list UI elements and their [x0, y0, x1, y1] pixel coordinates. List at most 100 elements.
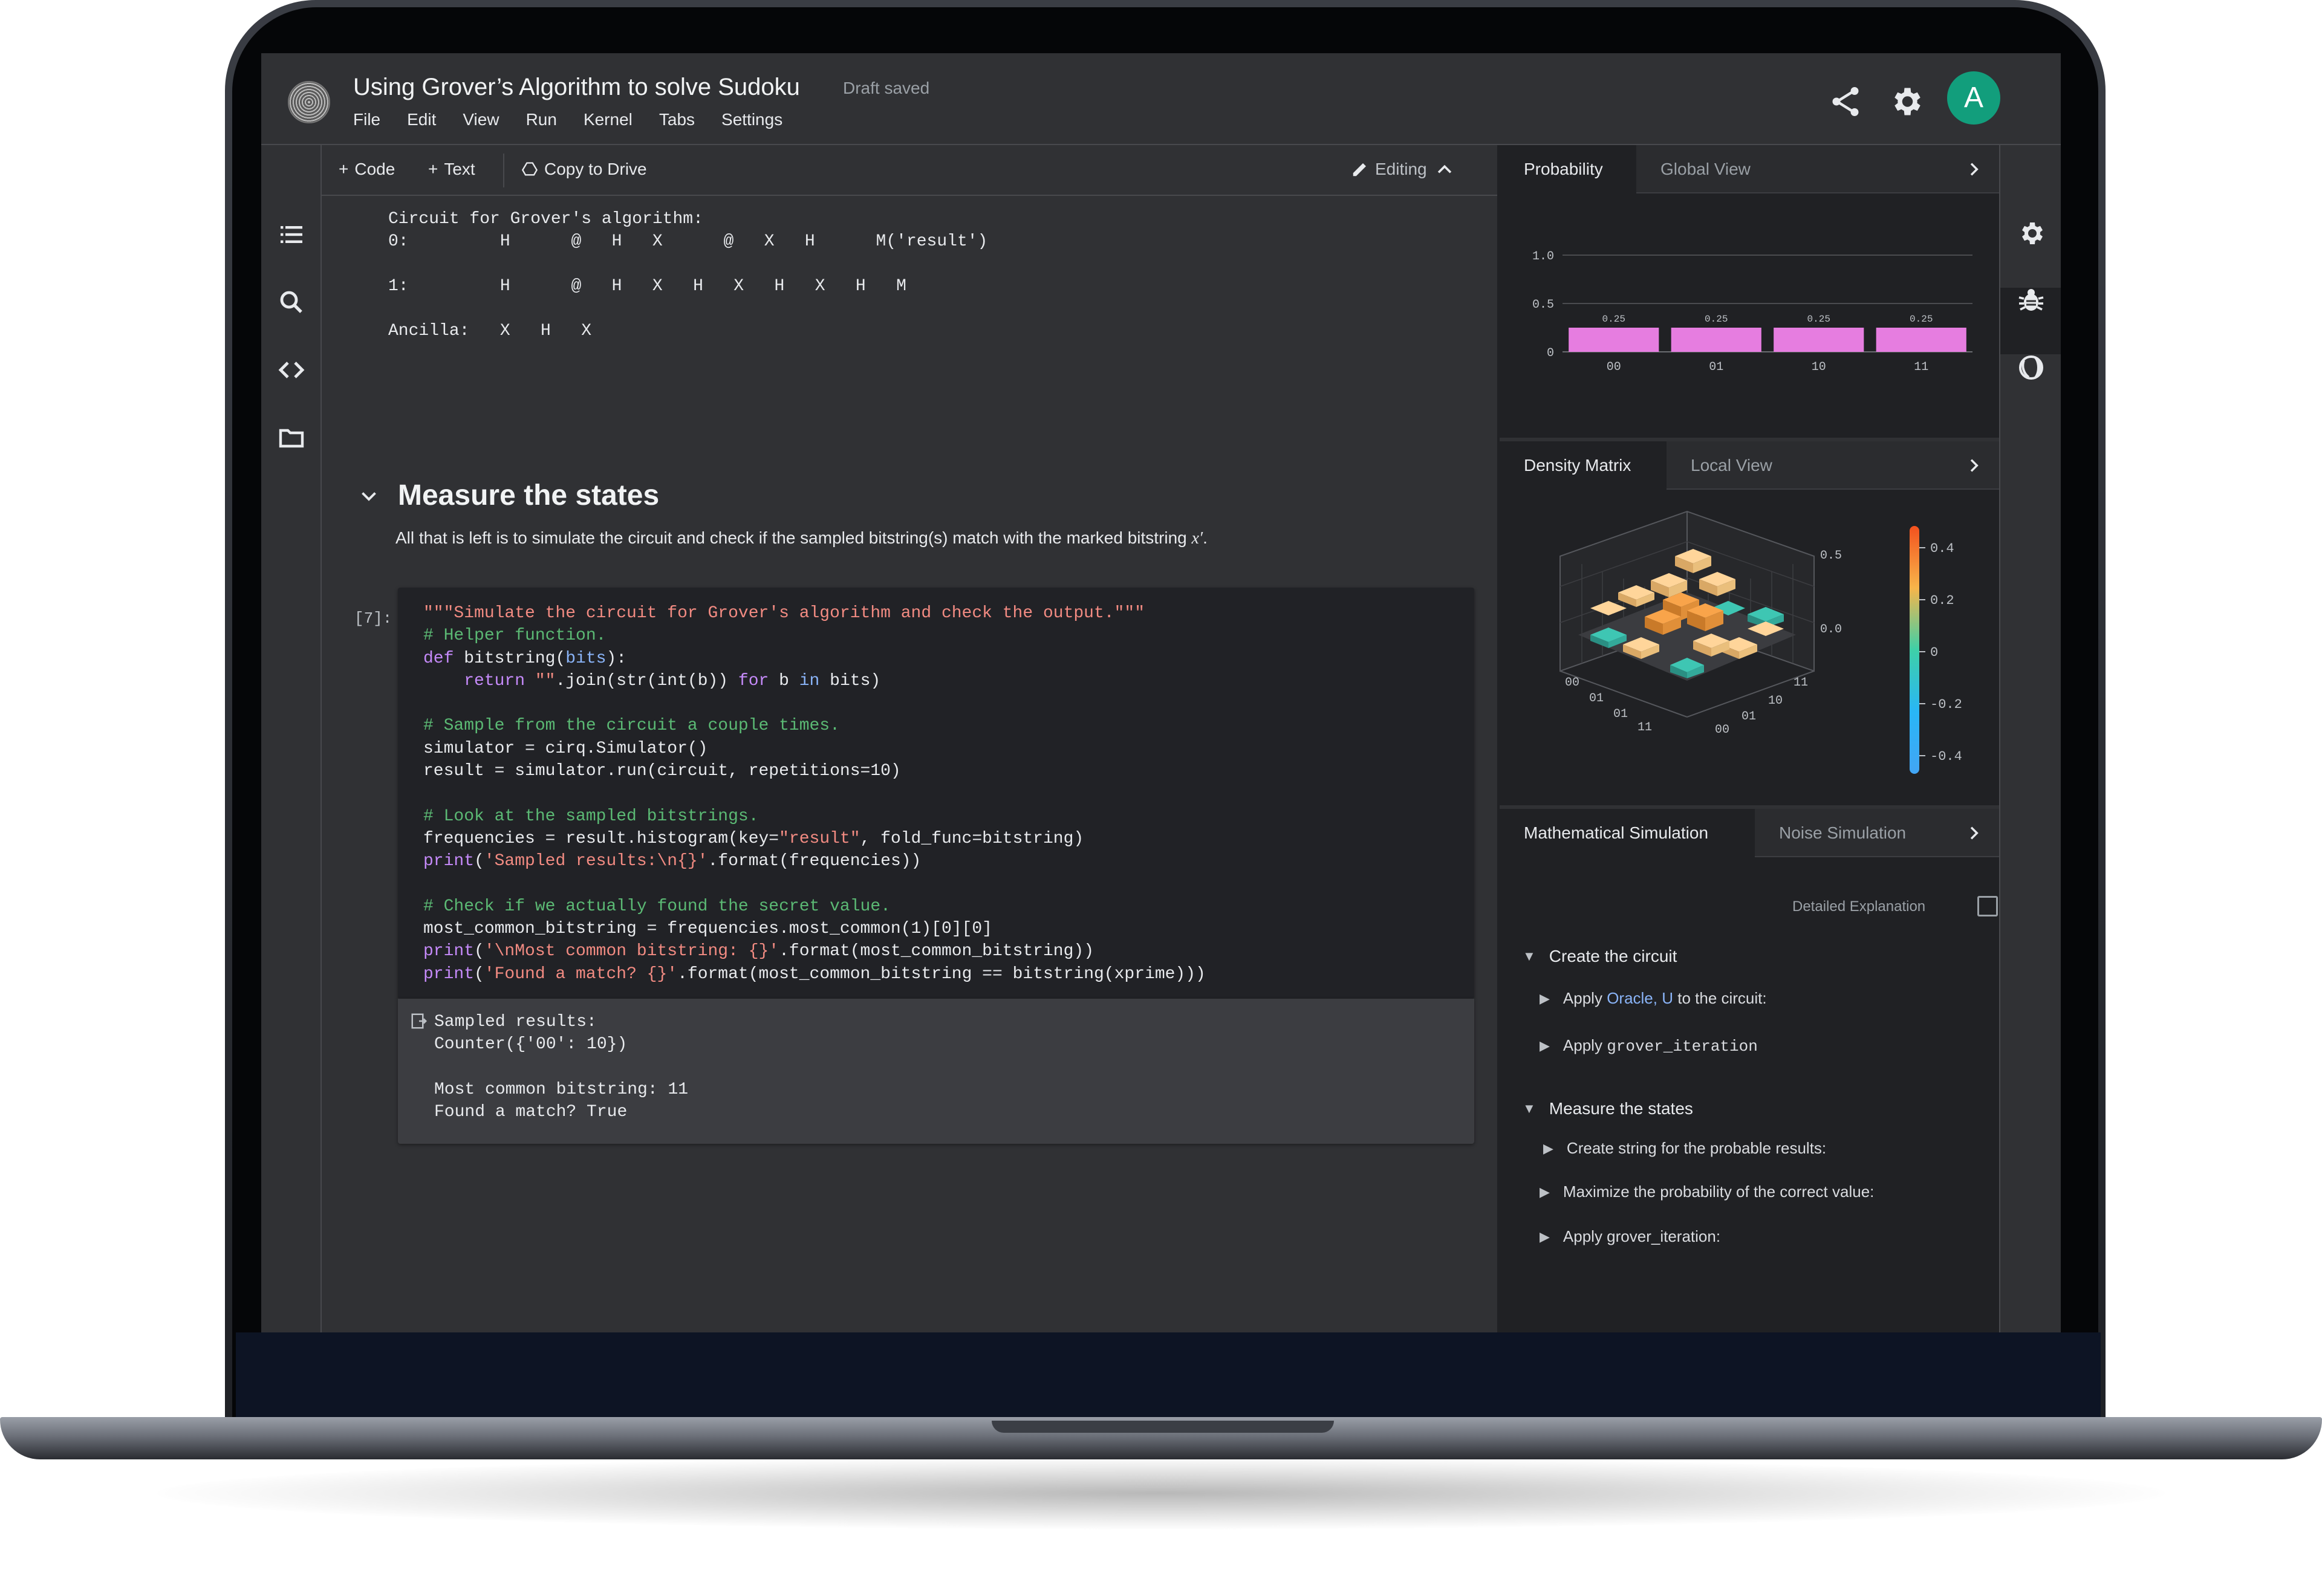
- code-token: b: [779, 671, 799, 690]
- section-header[interactable]: Measure the states: [358, 479, 659, 512]
- menu-file[interactable]: File: [353, 110, 380, 129]
- table-of-contents-icon[interactable]: [277, 220, 306, 249]
- tree-apply-oracle[interactable]: ▶ Apply Oracle, U to the circuit:: [1540, 989, 1767, 1008]
- code-line: most_common_bitstring = frequencies.most…: [423, 918, 1206, 940]
- tab-global-view[interactable]: Global View: [1636, 145, 1775, 193]
- code-token: "": [535, 671, 556, 690]
- simulation-tabs: Mathematical Simulation Noise Simulation: [1500, 809, 1999, 857]
- bar-data-label: 0.25: [1807, 314, 1830, 325]
- code-line: print('Found a match? {}'.format(most_co…: [423, 963, 1206, 985]
- menu-kernel[interactable]: Kernel: [584, 110, 633, 129]
- tree-maximize-probability[interactable]: ▶ Maximize the probability of the correc…: [1540, 1182, 1874, 1201]
- caret-down-icon: ▼: [1523, 1101, 1536, 1116]
- tab-probability[interactable]: Probability: [1500, 145, 1636, 193]
- simulation-panel: Mathematical Simulation Noise Simulation…: [1500, 809, 1999, 1332]
- code-snippets-icon[interactable]: [277, 355, 306, 384]
- code-token: ):: [606, 649, 627, 668]
- menu-tabs[interactable]: Tabs: [659, 110, 695, 129]
- copy-to-drive-button[interactable]: Copy to Drive: [521, 160, 647, 179]
- right-axis-label: 11: [1794, 676, 1808, 690]
- code-token: .format(most_common_bitstring == bitstri…: [677, 964, 1206, 984]
- code-token: 'Sampled results:\n{}': [484, 852, 708, 871]
- add-code-button[interactable]: + Code: [339, 160, 395, 179]
- tab-density-matrix[interactable]: Density Matrix: [1500, 441, 1667, 490]
- add-code-label: Code: [354, 160, 395, 178]
- tab-noise-simulation[interactable]: Noise Simulation: [1755, 809, 1930, 857]
- tree-measure-states[interactable]: ▼ Measure the states: [1523, 1099, 1693, 1118]
- chevron-right-icon[interactable]: [1964, 823, 1983, 843]
- code-token: # Look at the sampled bitstrings.: [423, 806, 759, 826]
- tree-label: Apply grover_iteration: [1563, 1036, 1758, 1056]
- code-editor[interactable]: """Simulate the circuit for Grover's alg…: [423, 602, 1206, 985]
- code-token: print: [423, 942, 475, 961]
- menu-settings[interactable]: Settings: [721, 110, 782, 129]
- detailed-explanation-checkbox[interactable]: [1977, 896, 1998, 916]
- section-description: All that is left is to simulate the circ…: [395, 528, 1208, 548]
- tab-mathematical-simulation[interactable]: Mathematical Simulation: [1500, 809, 1755, 857]
- quantum-visualizer-icon[interactable]: [2017, 353, 2046, 382]
- code-token: bitstring(: [464, 649, 566, 668]
- tab-local-view[interactable]: Local View: [1667, 441, 1797, 490]
- copy-to-drive-label: Copy to Drive: [544, 160, 647, 178]
- caret-right-icon: ▶: [1540, 990, 1550, 1006]
- output-clear-icon[interactable]: [410, 1012, 428, 1030]
- gear-icon[interactable]: [2017, 219, 2046, 248]
- chevron-right-icon[interactable]: [1964, 160, 1983, 179]
- notebook-title[interactable]: Using Grover’s Algorithm to solve Sudoku: [353, 74, 800, 101]
- menu-view[interactable]: View: [463, 110, 499, 129]
- code-token: # Check if we actually found the secret …: [423, 897, 891, 916]
- tree-create-string[interactable]: ▶ Create string for the probable results…: [1543, 1139, 1826, 1158]
- tree-label-prefix: Apply: [1563, 989, 1607, 1007]
- code-token: print: [423, 852, 475, 871]
- draft-status: Draft saved: [843, 79, 930, 97]
- add-text-button[interactable]: + Text: [428, 160, 475, 179]
- chevron-down-icon[interactable]: [358, 485, 380, 507]
- bar-data-label: 0.25: [1602, 314, 1625, 325]
- z-tick-label: 0.5: [1820, 549, 1842, 563]
- density-matrix-3d-plot: 0.5 0.0 00 01 01 11 00 01 10 11 0.4 0.2 …: [1559, 510, 1962, 774]
- menu-edit[interactable]: Edit: [407, 110, 436, 129]
- search-icon[interactable]: [277, 288, 306, 317]
- tree-create-circuit[interactable]: ▼ Create the circuit: [1523, 947, 1677, 966]
- tree-apply-grover-iteration[interactable]: ▶ Apply grover_iteration: [1540, 1036, 1758, 1056]
- section-desc-variable: x′: [1191, 529, 1203, 548]
- code-line: # Look at the sampled bitstrings.: [423, 805, 1206, 828]
- code-cell[interactable]: """Simulate the circuit for Grover's alg…: [398, 588, 1474, 999]
- colorbar-tick: 0.2: [1930, 593, 1954, 608]
- bug-icon[interactable]: [2017, 285, 2046, 314]
- y-tick-label: 0: [1547, 346, 1554, 360]
- folder-icon[interactable]: [277, 423, 306, 452]
- app-header: Using Grover’s Algorithm to solve Sudoku…: [261, 53, 2061, 145]
- tree-label-suffix: to the circuit:: [1673, 989, 1767, 1007]
- bar-data-label: 0.25: [1910, 314, 1933, 325]
- code-line: print('Sampled results:\n{}'.format(freq…: [423, 850, 1206, 872]
- code-token: result = simulator.run(circuit, repetiti…: [423, 762, 901, 781]
- tree-apply-grover-iteration-2[interactable]: ▶ Apply grover_iteration:: [1540, 1227, 1720, 1246]
- gear-icon[interactable]: [1888, 83, 1924, 120]
- code-line: result = simulator.run(circuit, repetiti…: [423, 760, 1206, 782]
- probability-bar: [1671, 328, 1761, 352]
- code-line: # Helper function.: [423, 624, 1206, 647]
- tree-label: Maximize the probability of the correct …: [1563, 1182, 1875, 1201]
- left-axis-label: 11: [1637, 721, 1652, 735]
- code-token: (: [474, 942, 484, 961]
- code-token: .format(frequencies)): [707, 852, 922, 871]
- x-tick-label: 10: [1812, 360, 1826, 374]
- editing-mode-label: Editing: [1375, 160, 1427, 178]
- app-logo[interactable]: [288, 81, 330, 123]
- chevron-right-icon[interactable]: [1964, 456, 1983, 475]
- code-token: "result": [779, 829, 860, 848]
- share-icon[interactable]: [1827, 83, 1864, 120]
- caret-right-icon: ▶: [1543, 1140, 1553, 1156]
- user-avatar[interactable]: A: [1947, 71, 2000, 125]
- detailed-explanation-label: Detailed Explanation: [1792, 898, 1926, 915]
- probability-bar: [1876, 328, 1966, 352]
- code-token: return: [464, 671, 535, 690]
- editing-mode-button[interactable]: Editing: [1351, 160, 1427, 179]
- code-line: def bitstring(bits):: [423, 647, 1206, 670]
- chevron-up-icon[interactable]: [1434, 160, 1455, 180]
- menu-run[interactable]: Run: [526, 110, 557, 129]
- code-token: .format(most_common_bitstring)): [779, 942, 1094, 961]
- section-desc-text: All that is left is to simulate the circ…: [395, 528, 1192, 547]
